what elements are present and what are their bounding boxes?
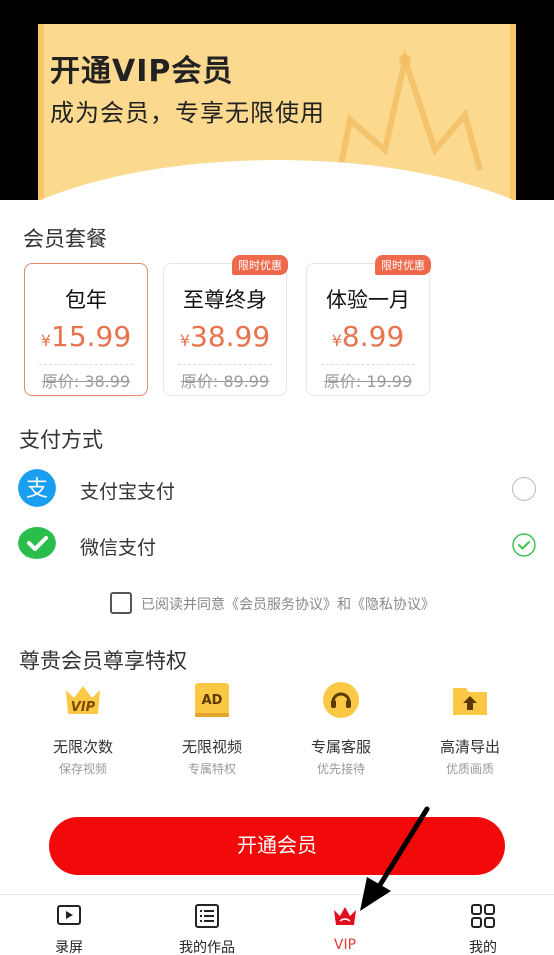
plan-name: 包年 (65, 288, 107, 312)
plan-original-price: 原价: 89.99 (180, 372, 270, 391)
vip-header: 开通VIP会员 成为会员，专享无限使用 (0, 0, 554, 200)
bottom-nav: 录屏 我的作品 VIP 我的 (0, 894, 554, 955)
agreement-text[interactable]: 已阅读并同意《会员服务协议》和《隐私协议》 (141, 594, 435, 614)
payment-label: 微信支付 (80, 537, 157, 559)
plan-card-yearly[interactable]: 包年 ¥15.99 原价: 38.99 (24, 263, 148, 396)
export-folder-icon (453, 688, 487, 715)
payment-option-wechat[interactable]: 微信支付 (0, 523, 554, 573)
grid-icon (471, 904, 495, 928)
wechat-radio-checked-icon[interactable] (512, 533, 536, 557)
plan-card-monthly[interactable]: 限时优惠 体验一月 ¥8.99 原价: 19.99 (306, 255, 431, 396)
page-title: 开通VIP会员 (50, 54, 234, 89)
headset-icon (323, 682, 359, 718)
open-membership-button[interactable]: 开通会员 (49, 817, 505, 875)
plan-price: ¥15.99 (40, 320, 132, 353)
payment-section-title: 支付方式 (19, 428, 103, 452)
privilege-exclusive-support: 专属客服 优先接待 (286, 680, 396, 777)
payment-label: 支付宝支付 (80, 481, 176, 503)
alipay-radio[interactable] (512, 477, 536, 501)
plan-card-lifetime[interactable]: 限时优惠 至尊终身 ¥38.99 原价: 89.99 (163, 255, 288, 396)
list-icon (195, 904, 219, 928)
plan-original-price: 原价: 19.99 (323, 372, 413, 391)
plan-price: ¥38.99 (179, 320, 271, 353)
promo-badge: 限时优惠 (232, 255, 288, 275)
vip-crown-icon: VIP (66, 686, 100, 715)
payment-option-alipay[interactable]: 支 支付宝支付 (0, 467, 554, 517)
nav-tab-mine[interactable]: 我的 (428, 903, 538, 955)
privilege-hd-export: 高清导出 优质画质 (415, 680, 525, 777)
privilege-unlimited-count: VIP 无限次数 保存视频 (28, 680, 138, 777)
privileges-section-title: 尊贵会员尊享特权 (19, 649, 187, 673)
plans-section-title: 会员套餐 (23, 227, 107, 251)
ad-free-icon: AD (195, 683, 229, 717)
alipay-icon: 支 (18, 469, 56, 507)
plan-price: ¥8.99 (331, 320, 405, 353)
wechat-pay-icon (18, 527, 56, 559)
svg-text:VIP: VIP (71, 700, 96, 715)
svg-text:AD: AD (202, 693, 223, 708)
plan-name: 至尊终身 (183, 288, 267, 312)
svg-text:支: 支 (26, 477, 48, 502)
nav-tab-works[interactable]: 我的作品 (152, 903, 262, 955)
plan-name: 体验一月 (326, 288, 410, 312)
nav-tab-record[interactable]: 录屏 (14, 903, 124, 955)
plan-original-price: 原价: 38.99 (41, 372, 131, 391)
crown-decoration-icon (337, 48, 483, 171)
promo-badge: 限时优惠 (375, 255, 431, 275)
record-icon (57, 905, 81, 925)
agreement-checkbox[interactable] (110, 592, 132, 614)
privilege-unlimited-video: AD 无限视频 专属特权 (157, 680, 267, 777)
annotation-arrow-icon (360, 806, 430, 911)
page-subtitle: 成为会员，专享无限使用 (50, 99, 325, 127)
